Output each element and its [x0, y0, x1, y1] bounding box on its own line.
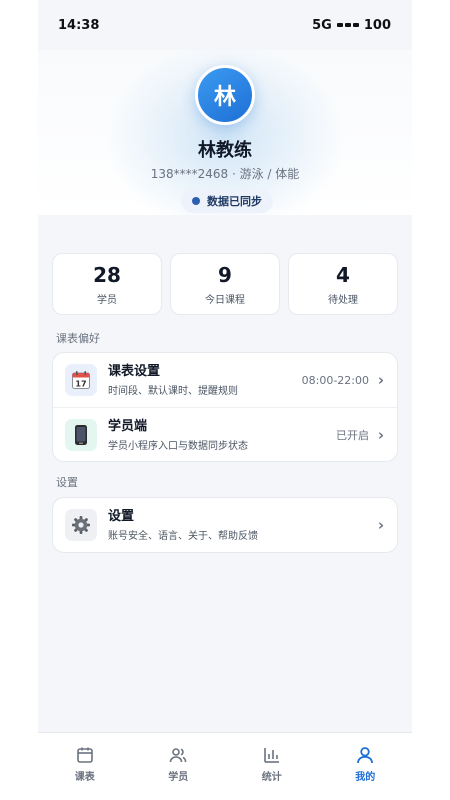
bar-chart-icon	[263, 748, 279, 763]
settings-card: 设置 账号安全、语言、关于、帮助反馈 ›	[52, 497, 398, 553]
row-value: 08:00-22:00	[301, 373, 369, 387]
section-title-settings: 设置	[56, 476, 78, 489]
chevron-right-icon: ›	[377, 371, 385, 389]
tab-mine[interactable]: 我的	[319, 733, 413, 800]
stat-card-today-courses[interactable]: 9 今日课程	[170, 253, 280, 315]
status-right: 5G 100	[312, 18, 391, 33]
row-value: 已开启	[336, 428, 369, 442]
stat-value: 28	[93, 262, 121, 287]
stat-label: 学员	[97, 294, 117, 306]
person-icon	[357, 747, 374, 764]
tab-label: 课表	[74, 772, 95, 783]
svg-text:17: 17	[75, 380, 86, 389]
phone-icon	[65, 418, 97, 451]
section-title-preferences: 课表偏好	[56, 332, 100, 345]
tab-schedule[interactable]: 课表	[38, 733, 132, 800]
stat-card-pending[interactable]: 4 待处理	[288, 253, 398, 315]
stat-label: 今日课程	[205, 294, 245, 306]
battery-level: 100	[363, 17, 391, 33]
sync-status-label: 数据已同步	[207, 195, 262, 208]
row-desc: 学员小程序入口与数据同步状态	[108, 440, 248, 452]
row-text: 课表设置 时间段、默认课时、提醒规则	[108, 363, 302, 397]
row-title: 课表设置	[108, 364, 161, 379]
profile-header: 林 林教练 138****2468 · 游泳 / 体能 数据已同步	[38, 50, 412, 215]
signal-icon	[336, 23, 359, 27]
sync-dot-icon	[192, 197, 200, 205]
profile-subtitle: 138****2468 · 游泳 / 体能	[150, 167, 300, 181]
tab-bar: 课表 学员 统计 我的	[38, 732, 412, 800]
stat-label: 待处理	[328, 294, 358, 306]
row-desc: 账号安全、语言、关于、帮助反馈	[108, 531, 258, 542]
avatar[interactable]: 林	[195, 65, 255, 125]
tab-students[interactable]: 学员	[132, 733, 226, 800]
gear-icon	[65, 509, 97, 541]
row-title: 学员端	[108, 418, 148, 434]
calendar-icon	[76, 747, 93, 763]
status-bar: 14:38 5G 100	[38, 0, 412, 50]
stat-value: 9	[218, 262, 232, 287]
stats-row: 28 学员 9 今日课程 4 待处理	[52, 253, 398, 315]
profile-name: 林教练	[198, 140, 252, 161]
row-settings[interactable]: 设置 账号安全、语言、关于、帮助反馈 ›	[53, 498, 397, 552]
tab-label: 统计	[261, 772, 282, 783]
network-type: 5G	[312, 17, 332, 33]
row-title: 设置	[108, 509, 135, 524]
chevron-right-icon: ›	[377, 425, 385, 444]
stat-value: 4	[336, 262, 350, 287]
row-text: 学员端 学员小程序入口与数据同步状态	[108, 418, 336, 452]
row-student-client[interactable]: 学员端 学员小程序入口与数据同步状态 已开启 ›	[53, 407, 397, 461]
row-schedule-settings[interactable]: 17 课表设置 时间段、默认课时、提醒规则 08:00-22:00 ›	[53, 353, 397, 407]
sync-status-badge: 数据已同步	[181, 189, 273, 213]
row-desc: 时间段、默认课时、提醒规则	[108, 386, 238, 397]
tab-label: 我的	[355, 772, 376, 783]
calendar-icon: 17	[65, 364, 97, 396]
preferences-card: 17 课表设置 时间段、默认课时、提醒规则 08:00-22:00 › 学员端 …	[52, 352, 398, 462]
status-time: 14:38	[58, 17, 100, 33]
phone-screen: 14:38 5G 100 林 林教练 138****2468 · 游泳 / 体能…	[38, 0, 412, 800]
users-icon	[169, 748, 187, 763]
stat-card-students[interactable]: 28 学员	[52, 253, 162, 315]
chevron-right-icon: ›	[377, 516, 385, 534]
tab-statistics[interactable]: 统计	[225, 733, 319, 800]
tab-label: 学员	[168, 772, 189, 783]
row-text: 设置 账号安全、语言、关于、帮助反馈	[108, 508, 377, 542]
